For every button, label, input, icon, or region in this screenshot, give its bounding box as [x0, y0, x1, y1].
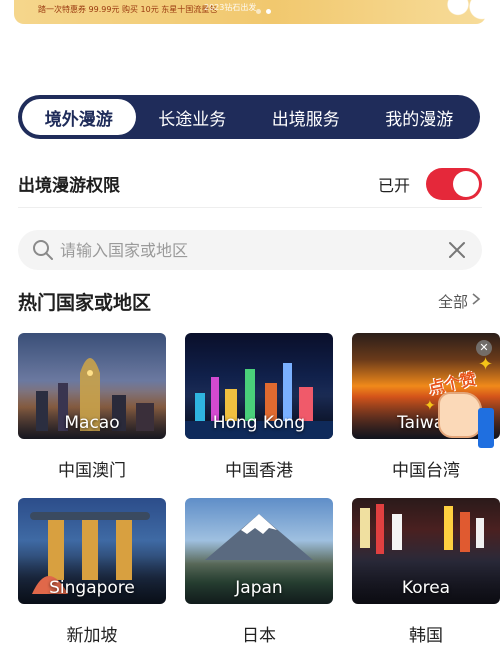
destination-card-japan[interactable]: Japan 日本 [185, 498, 333, 646]
roaming-permission-row: 出境漫游权限 已开 [18, 160, 482, 208]
korea-image: Korea [352, 498, 500, 604]
hong-kong-image: Hong Kong [185, 333, 333, 439]
japan-image-label: Japan [235, 578, 283, 598]
see-all-label: 全部 [437, 292, 468, 311]
destination-card-singapore[interactable]: Singapore 新加坡 [18, 498, 166, 646]
banner-strip[interactable]: 踏一次特惠券 99.99元 购买 10元 东星十国流量包 2023钻石出发 [14, 0, 486, 24]
macao-image-label: Macao [64, 413, 120, 433]
search-bar [18, 230, 482, 270]
hong-kong-name: 中国香港 [225, 461, 293, 481]
singapore-image: Singapore [18, 498, 166, 604]
section-title: 热门国家或地区 [18, 291, 152, 314]
sparkle-icon: ✦ [424, 398, 436, 414]
top-banner[interactable]: 踏一次特惠券 99.99元 购买 10元 东星十国流量包 2023钻石出发 [0, 0, 500, 28]
like-floating-badge[interactable]: ✕ ✦ ✦ 点个赞 [420, 340, 500, 450]
search-icon [32, 239, 54, 261]
sleeve-decoration [478, 408, 494, 448]
thumbs-up-icon [438, 392, 482, 438]
japan-name: 日本 [242, 626, 276, 646]
search-input[interactable] [60, 240, 446, 260]
permission-status: 已开 [377, 175, 410, 195]
banner-promo-text: 踏一次特惠券 99.99元 购买 10元 东星十国流量包 [38, 5, 218, 14]
sparkle-icon: ✦ [478, 354, 494, 375]
banner-dot [256, 9, 261, 14]
clear-icon[interactable] [446, 239, 468, 261]
service-tabs: 境外漫游 长途业务 出境服务 我的漫游 [18, 95, 480, 139]
destination-card-hong-kong[interactable]: Hong Kong 中国香港 [185, 333, 333, 481]
tab-travel-services[interactable]: 出境服务 [249, 99, 363, 135]
japan-image: Japan [185, 498, 333, 604]
chevron-right-icon [470, 292, 482, 310]
tab-long-distance[interactable]: 长途业务 [136, 99, 250, 135]
taiwan-name: 中国台湾 [392, 461, 460, 481]
banner-dot-active [266, 9, 271, 14]
banner-pagination [256, 9, 271, 14]
cloud-decoration [440, 0, 500, 22]
banner-sub-text: 2023钻石出发 [204, 3, 257, 12]
korea-name: 韩国 [409, 626, 443, 646]
macao-name: 中国澳门 [58, 461, 126, 481]
korea-image-label: Korea [401, 578, 451, 598]
macao-image: Macao [18, 333, 166, 439]
singapore-name: 新加坡 [66, 626, 118, 646]
toggle-knob [453, 170, 479, 197]
destination-card-macao[interactable]: Macao 中国澳门 [18, 333, 166, 481]
see-all-link[interactable]: 全部 [438, 291, 482, 312]
roaming-toggle[interactable] [426, 167, 482, 200]
permission-title: 出境漫游权限 [18, 176, 120, 196]
tab-my-roaming[interactable]: 我的漫游 [363, 99, 477, 135]
tab-roaming-abroad[interactable]: 境外漫游 [22, 99, 136, 135]
destination-card-korea[interactable]: Korea 韩国 [352, 498, 500, 646]
permission-controls: 已开 [377, 167, 482, 200]
hot-destinations-header: 热门国家或地区 全部 [18, 286, 482, 316]
hong-kong-image-label: Hong Kong [212, 413, 306, 433]
singapore-image-label: Singapore [49, 578, 135, 598]
